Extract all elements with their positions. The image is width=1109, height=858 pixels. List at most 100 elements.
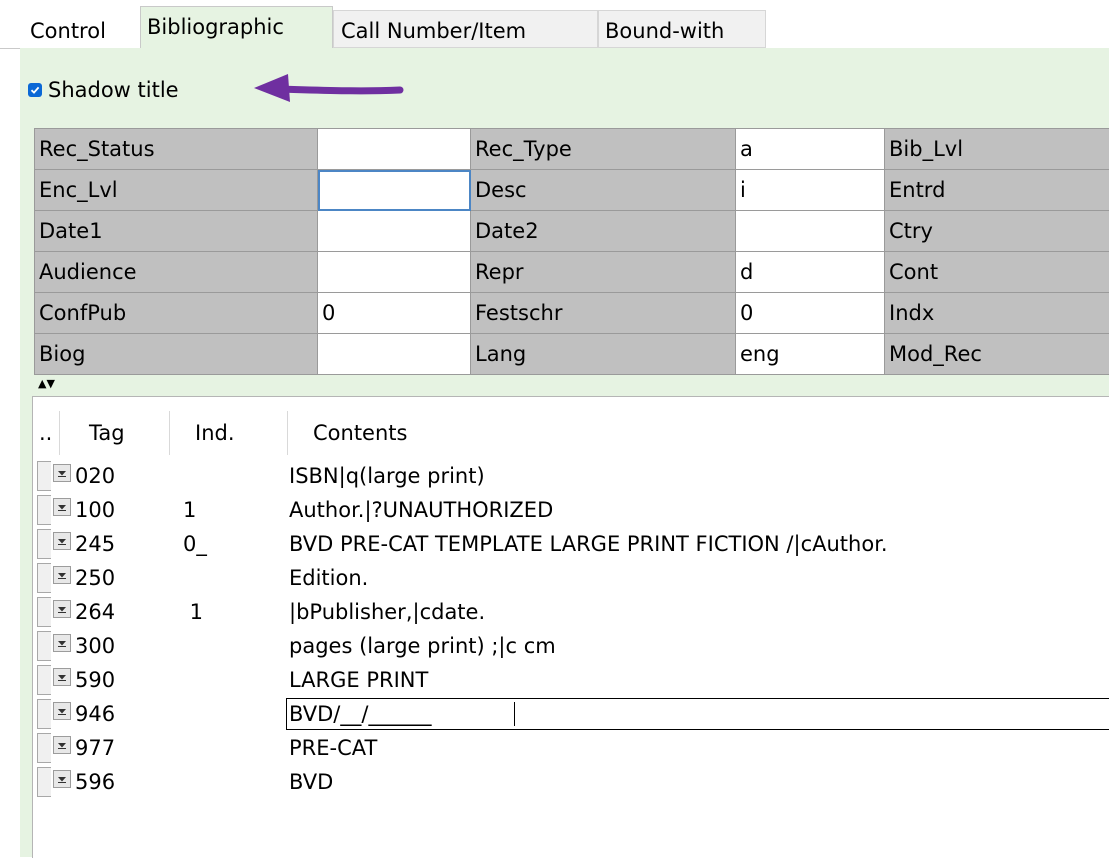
dropdown-arrow-icon bbox=[58, 709, 66, 715]
field-value[interactable]: 0 bbox=[318, 293, 471, 334]
field-tag[interactable]: 100 bbox=[72, 493, 115, 527]
field-contents[interactable]: BVD PRE-CAT TEMPLATE LARGE PRINT FICTION… bbox=[289, 527, 888, 561]
field-indicators[interactable]: 0_ bbox=[183, 527, 207, 561]
row-selector[interactable] bbox=[37, 733, 51, 763]
row-selector[interactable] bbox=[37, 563, 51, 593]
fixed-field-row: Rec_Status Rec_Type a Bib_Lvl bbox=[35, 129, 1109, 170]
field-contents[interactable]: Author.|?UNAUTHORIZED bbox=[289, 493, 553, 527]
field-row[interactable]: 250 Edition. bbox=[33, 561, 1109, 595]
row-menu-button[interactable] bbox=[53, 702, 71, 720]
row-selector[interactable] bbox=[37, 529, 51, 559]
row-selector[interactable] bbox=[37, 767, 51, 797]
row-menu-button[interactable] bbox=[53, 770, 71, 788]
field-value[interactable]: eng bbox=[736, 334, 885, 375]
splitter-arrows-icon[interactable]: ▲▼ bbox=[38, 378, 55, 389]
fixed-field-row: Enc_Lvl Desc i Entrd bbox=[35, 170, 1109, 211]
field-label: Desc bbox=[471, 170, 736, 211]
field-tag[interactable]: 300 bbox=[72, 629, 115, 663]
tab-bibliographic[interactable]: Bibliographic bbox=[140, 6, 333, 49]
field-row[interactable]: 100 1 Author.|?UNAUTHORIZED bbox=[33, 493, 1109, 527]
field-tag[interactable]: 245 bbox=[72, 527, 115, 561]
tab-call-number-item[interactable]: Call Number/Item bbox=[333, 10, 598, 48]
field-contents[interactable]: BVD/__/______ bbox=[289, 699, 431, 730]
row-selector[interactable] bbox=[37, 461, 51, 491]
field-indicators[interactable]: 1 bbox=[183, 595, 203, 629]
field-value[interactable]: d bbox=[736, 252, 885, 293]
row-menu-button[interactable] bbox=[53, 600, 71, 618]
field-contents[interactable]: pages (large print) ;|c cm bbox=[289, 629, 556, 663]
row-selector[interactable] bbox=[37, 495, 51, 525]
dropdown-arrow-icon bbox=[58, 573, 66, 579]
field-value[interactable]: 0 bbox=[736, 293, 885, 334]
field-row[interactable]: 596 BVD bbox=[33, 765, 1109, 799]
tab-bound-with[interactable]: Bound-with bbox=[598, 10, 766, 48]
fixed-field-row: ConfPub 0 Festschr 0 Indx bbox=[35, 293, 1109, 334]
text-cursor bbox=[514, 702, 515, 726]
field-label: Bib_Lvl bbox=[885, 129, 1109, 170]
dropdown-arrow-icon bbox=[58, 505, 66, 511]
field-tag[interactable]: 020 bbox=[72, 459, 115, 493]
field-indicators[interactable]: 1 bbox=[183, 493, 196, 527]
row-menu-button[interactable] bbox=[53, 736, 71, 754]
field-label: Enc_Lvl bbox=[35, 170, 318, 211]
field-value[interactable] bbox=[318, 129, 471, 170]
tab-control[interactable]: Control bbox=[20, 10, 140, 48]
field-value[interactable] bbox=[318, 334, 471, 375]
field-label: Ctry bbox=[885, 211, 1109, 252]
dropdown-arrow-icon bbox=[58, 743, 66, 749]
field-value[interactable] bbox=[318, 252, 471, 293]
field-row[interactable]: 300 pages (large print) ;|c cm bbox=[33, 629, 1109, 663]
field-contents[interactable]: Edition. bbox=[289, 561, 368, 595]
header-contents[interactable]: Contents bbox=[313, 411, 407, 455]
annotation-arrow-icon bbox=[254, 74, 404, 102]
field-label: Entrd bbox=[885, 170, 1109, 211]
field-contents[interactable]: LARGE PRINT bbox=[289, 663, 428, 697]
field-label: Date1 bbox=[35, 211, 318, 252]
field-row[interactable]: 020 ISBN|q(large print) bbox=[33, 459, 1109, 493]
row-menu-button[interactable] bbox=[53, 634, 71, 652]
row-menu-button[interactable] bbox=[53, 498, 71, 516]
field-row[interactable]: 264 1 |bPublisher,|cdate. bbox=[33, 595, 1109, 629]
field-contents[interactable]: PRE-CAT bbox=[289, 731, 377, 765]
field-value[interactable]: a bbox=[736, 129, 885, 170]
row-menu-button[interactable] bbox=[53, 532, 71, 550]
header-indicators[interactable]: Ind. bbox=[195, 411, 235, 455]
header-divider bbox=[169, 411, 170, 455]
field-row[interactable]: 946 BVD/__/______ bbox=[33, 697, 1109, 731]
field-label: Mod_Rec bbox=[885, 334, 1109, 375]
row-menu-button[interactable] bbox=[53, 566, 71, 584]
dropdown-arrow-icon bbox=[58, 777, 66, 783]
row-menu-button[interactable] bbox=[53, 668, 71, 686]
field-row[interactable]: 977 PRE-CAT bbox=[33, 731, 1109, 765]
field-label: Festschr bbox=[471, 293, 736, 334]
dropdown-arrow-icon bbox=[58, 607, 66, 613]
field-value[interactable] bbox=[318, 170, 471, 211]
row-menu-button[interactable] bbox=[53, 464, 71, 482]
field-tag[interactable]: 977 bbox=[72, 731, 115, 765]
field-label: Audience bbox=[35, 252, 318, 293]
shadow-title-checkbox[interactable] bbox=[28, 83, 42, 97]
field-contents-editor[interactable]: BVD/__/______ bbox=[286, 698, 1109, 730]
row-selector[interactable] bbox=[37, 699, 51, 729]
field-label: Indx bbox=[885, 293, 1109, 334]
field-value[interactable] bbox=[318, 211, 471, 252]
field-tag[interactable]: 596 bbox=[72, 765, 115, 799]
field-tag[interactable]: 250 bbox=[72, 561, 115, 595]
field-tag[interactable]: 946 bbox=[72, 697, 115, 731]
field-tag[interactable]: 590 bbox=[72, 663, 115, 697]
variable-fields-list: .. Tag Ind. Contents 020 ISBN|q(large pr… bbox=[32, 396, 1109, 858]
field-contents[interactable]: ISBN|q(large print) bbox=[289, 459, 485, 493]
field-row[interactable]: 590 LARGE PRINT bbox=[33, 663, 1109, 697]
field-contents[interactable]: |bPublisher,|cdate. bbox=[289, 595, 485, 629]
field-label: Rec_Status bbox=[35, 129, 318, 170]
row-selector[interactable] bbox=[37, 597, 51, 627]
header-tag[interactable]: Tag bbox=[89, 411, 125, 455]
tab-strip: Control Bibliographic Call Number/Item B… bbox=[0, 0, 1109, 49]
row-selector[interactable] bbox=[37, 631, 51, 661]
field-row[interactable]: 245 0_ BVD PRE-CAT TEMPLATE LARGE PRINT … bbox=[33, 527, 1109, 561]
row-selector[interactable] bbox=[37, 665, 51, 695]
field-value[interactable]: i bbox=[736, 170, 885, 211]
field-tag[interactable]: 264 bbox=[72, 595, 115, 629]
field-contents[interactable]: BVD bbox=[289, 765, 333, 799]
field-value[interactable] bbox=[736, 211, 885, 252]
